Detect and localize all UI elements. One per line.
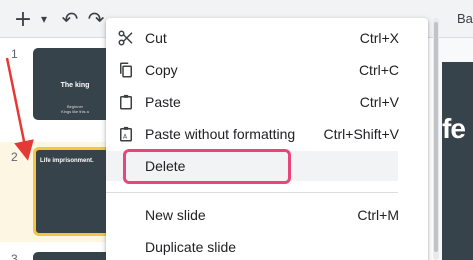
red-arrow-icon	[5, 57, 34, 161]
